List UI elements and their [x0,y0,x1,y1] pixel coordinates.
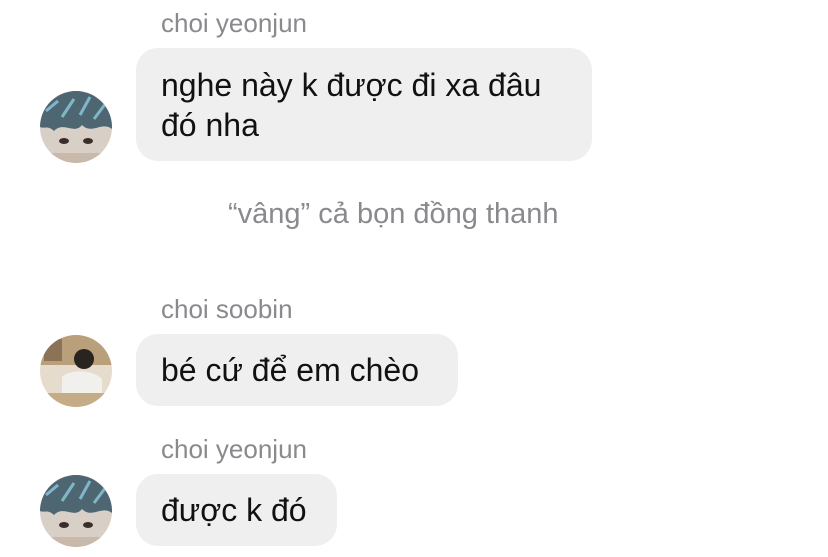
yeonjun-avatar[interactable] [40,91,112,163]
system-message: “vâng” cả bọn đồng thanh [228,198,559,230]
message-text: được k đó [161,492,307,528]
sender-name: choi yeonjun [161,8,307,38]
sender-name: choi soobin [161,294,293,324]
message-bubble[interactable]: bé cứ để em chèo [136,334,458,406]
message-bubble[interactable]: được k đó [136,474,337,546]
sender-name: choi yeonjun [161,434,307,464]
message-text: bé cứ để em chèo [161,352,420,388]
yeonjun-avatar[interactable] [40,475,112,547]
message-bubble[interactable]: nghe này k được đi xa đâu đó nha [136,48,592,161]
soobin-avatar[interactable] [40,335,112,407]
message-text: nghe này k được đi xa đâu đó nha [161,67,542,143]
